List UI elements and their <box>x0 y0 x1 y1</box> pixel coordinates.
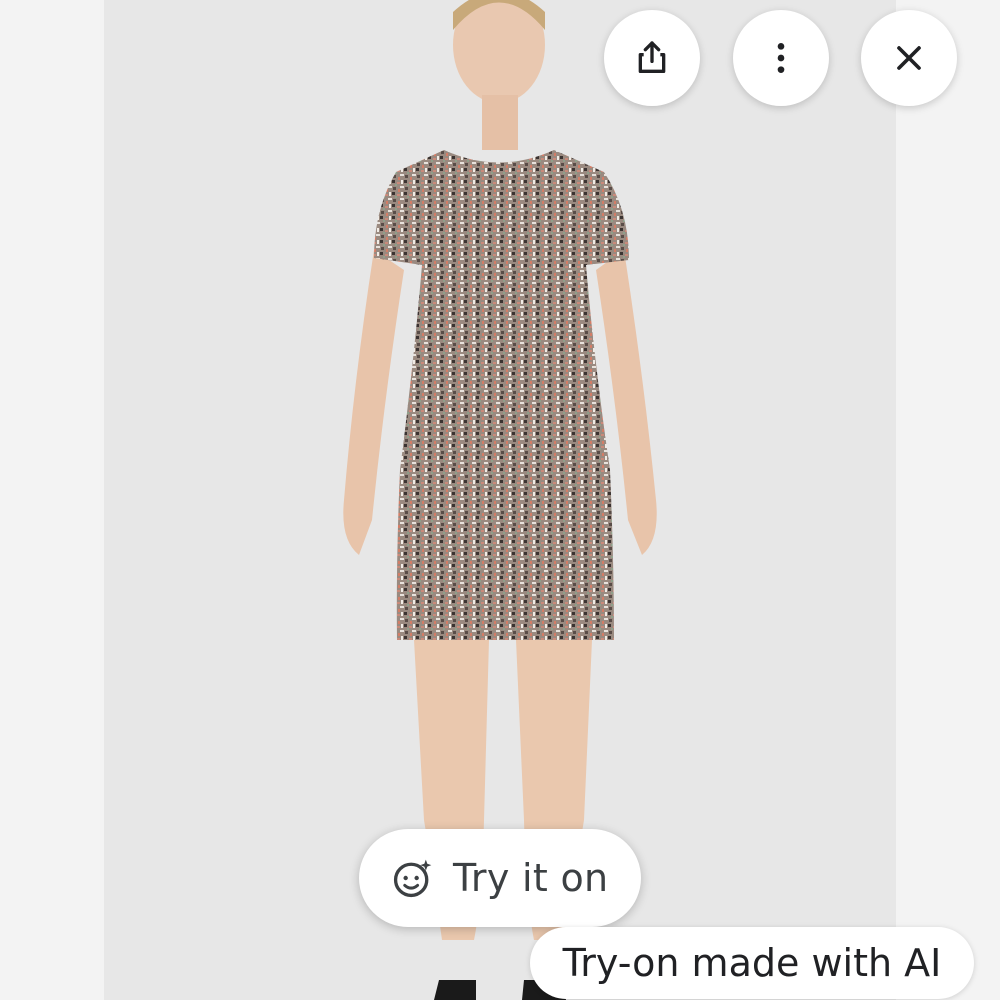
close-icon <box>897 46 921 70</box>
ai-notice-badge: Try-on made with AI <box>530 927 974 999</box>
ai-notice-text: Try-on made with AI <box>562 941 942 985</box>
share-button[interactable] <box>604 10 700 106</box>
face-sparkle-icon <box>393 859 432 898</box>
share-icon <box>638 41 666 74</box>
try-it-on-button[interactable]: Try it on <box>359 829 641 927</box>
more-options-button[interactable] <box>733 10 829 106</box>
try-it-on-label: Try it on <box>453 856 609 900</box>
close-button[interactable] <box>861 10 957 106</box>
more-vert-icon <box>777 43 785 73</box>
